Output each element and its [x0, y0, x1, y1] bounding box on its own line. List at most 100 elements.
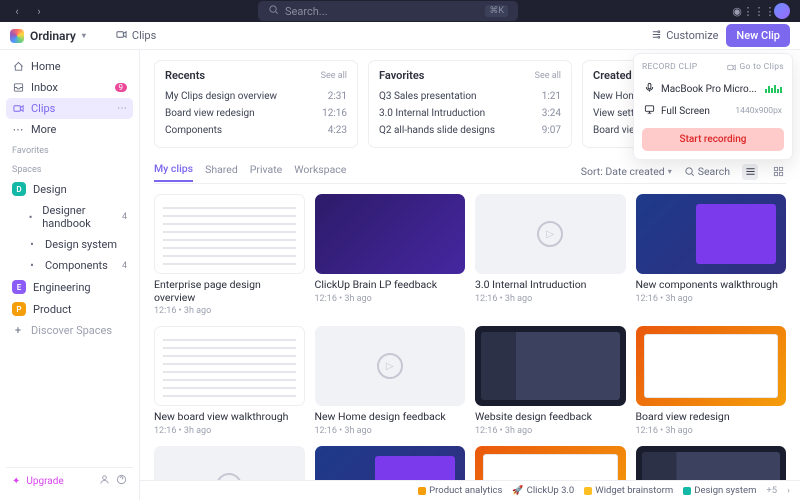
tab-private[interactable]: Private	[250, 163, 282, 181]
sidebar-item-space[interactable]: • Design system	[6, 234, 133, 255]
clip-meta: 12:16 • 3h ago	[475, 426, 626, 436]
sidebar-item-more[interactable]: ⋯More	[6, 119, 133, 140]
clip-thumbnail	[475, 326, 626, 406]
start-recording-button[interactable]: Start recording	[642, 128, 784, 151]
item-title: 3.0 Internal Intruduction	[379, 108, 485, 119]
dot-icon: •	[26, 211, 35, 223]
sparkle-icon: ✦	[12, 476, 20, 487]
space-icon: D	[12, 182, 26, 196]
new-clip-button[interactable]: New Clip	[726, 24, 790, 47]
sidebar-item-home[interactable]: Home	[6, 56, 133, 77]
sidebar-item-space[interactable]: PProduct	[6, 298, 133, 320]
clip-card[interactable]: ▷New Home design feedback12:16 • 3h ago	[315, 326, 466, 436]
panel-created: Created by me New Home dView settingBoar…	[582, 60, 786, 148]
plus-icon: +	[12, 325, 24, 337]
tab-clips[interactable]: Clips	[116, 29, 156, 43]
see-all-link[interactable]: See all	[535, 71, 561, 81]
clip-card[interactable]: ▷3.0 Internal Intruduction12:16 • 3h ago	[475, 194, 626, 316]
grid-view-button[interactable]	[770, 164, 786, 180]
clip-thumbnail: ▷	[475, 194, 626, 274]
panel-recents: RecentsSee all My Clips design overview2…	[154, 60, 358, 148]
avatar[interactable]	[774, 3, 790, 19]
play-icon: ▷	[377, 353, 403, 379]
search-icon	[268, 4, 279, 18]
status-item[interactable]: 🚀ClickUp 3.0	[512, 485, 574, 496]
clip-title: Board view redesign	[636, 411, 787, 424]
video-icon	[116, 29, 127, 43]
clip-card[interactable]: New components walkthrough 12:16 • 3h ago	[636, 194, 787, 316]
list-view-button[interactable]	[742, 164, 758, 180]
search-clips-button[interactable]: Search	[684, 165, 730, 178]
status-item[interactable]: Widget brainstorm	[584, 485, 673, 496]
clip-card[interactable]: Enterprise page design overview12:16 • 3…	[154, 194, 305, 316]
inbox-icon	[12, 82, 24, 94]
dot-icon: •	[26, 239, 38, 251]
status-more[interactable]: +5	[766, 485, 777, 496]
goto-clips-link[interactable]: Go to Clips	[727, 62, 784, 72]
sidebar: Home Inbox9 Clips⋯ ⋯More Favorites Space…	[0, 50, 140, 500]
clip-card[interactable]: New board view walkthrough12:16 • 3h ago	[154, 326, 305, 436]
search-input[interactable]: Search... ⌘K	[258, 1, 518, 21]
chevron-right-icon[interactable]: ›	[787, 485, 790, 496]
mic-option[interactable]: MacBook Pro Micro...	[642, 78, 784, 100]
tab-shared[interactable]: Shared	[205, 163, 238, 181]
clip-thumbnail	[154, 194, 305, 274]
list-item[interactable]: Components4:23	[165, 122, 347, 139]
sidebar-item-inbox[interactable]: Inbox9	[6, 77, 133, 98]
play-icon: ▷	[537, 221, 563, 247]
workspace-switcher[interactable]: Ordinary ▾	[10, 29, 86, 43]
customize-button[interactable]: Customize	[651, 29, 718, 43]
sidebar-item-label: Inbox	[31, 81, 58, 94]
item-title: Q2 all-hands slide designs	[379, 125, 495, 136]
clip-meta: 12:16 • 3h ago	[636, 294, 787, 304]
sort-dropdown[interactable]: Sort: Date created▾	[581, 165, 672, 178]
clip-card[interactable]: Board view redesign12:16 • 3h ago	[636, 326, 787, 436]
sidebar-item-label: Design system	[45, 238, 117, 251]
status-icon	[418, 487, 426, 495]
status-icon	[683, 487, 691, 495]
sidebar-item-space[interactable]: EEngineering	[6, 276, 133, 298]
sliders-icon	[651, 29, 662, 43]
dot-icon: •	[26, 260, 38, 272]
clip-title: New components walkthrough	[636, 279, 787, 292]
see-all-link[interactable]: See all	[321, 71, 347, 81]
list-item[interactable]: Q2 all-hands slide designs9:07	[379, 122, 561, 139]
item-title: Components	[165, 125, 222, 136]
option-label: Full Screen	[661, 106, 710, 117]
space-icon: P	[12, 302, 26, 316]
list-item[interactable]: 3.0 Internal Intruduction 3:24	[379, 105, 561, 122]
screen-option[interactable]: Full Screen1440x900px	[642, 100, 784, 122]
sidebar-item-space[interactable]: •Designer handbook4	[6, 200, 133, 234]
clip-title: New board view walkthrough	[154, 411, 305, 424]
status-item[interactable]: Product analytics	[418, 485, 502, 496]
status-item[interactable]: Design system	[683, 485, 756, 496]
more-icon[interactable]: ⋯	[117, 103, 127, 114]
forward-icon[interactable]: ›	[32, 4, 46, 18]
status-label: ClickUp 3.0	[527, 485, 575, 496]
upgrade-button[interactable]: Upgrade	[26, 476, 63, 487]
global-topbar: ‹ › Search... ⌘K ◉ ⋮⋮⋮	[0, 0, 800, 22]
help-icon[interactable]	[116, 474, 127, 488]
list-item[interactable]: Q3 Sales presentation1:21	[379, 88, 561, 105]
sidebar-item-label: Design	[33, 183, 67, 196]
sidebar-item-label: Components	[45, 259, 108, 272]
list-item[interactable]: Board view redesign12:16	[165, 105, 347, 122]
sidebar-item-space[interactable]: •Components4	[6, 255, 133, 276]
monitor-icon	[644, 104, 655, 118]
sidebar-item-clips[interactable]: Clips⋯	[6, 98, 133, 119]
clip-card[interactable]: Website design feedback12:16 • 3h ago	[475, 326, 626, 436]
customize-label: Customize	[666, 29, 718, 42]
status-icon	[584, 487, 592, 495]
item-duration: 3:24	[542, 108, 561, 119]
sidebar-item-space[interactable]: D Design	[6, 178, 133, 200]
status-label: Design system	[694, 485, 756, 496]
tab-workspace[interactable]: Workspace	[294, 163, 346, 181]
tab-my-clips[interactable]: My clips	[154, 162, 193, 182]
list-item[interactable]: My Clips design overview2:31	[165, 88, 347, 105]
back-icon[interactable]: ‹	[10, 4, 24, 18]
clip-card[interactable]: ClickUp Brain LP feedback12:16 • 3h ago	[315, 194, 466, 316]
discover-spaces-button[interactable]: +Discover Spaces	[6, 320, 133, 341]
apps-icon[interactable]: ⋮⋮⋮	[752, 4, 766, 18]
user-icon[interactable]	[99, 474, 110, 488]
record-clip-popover: RECORD CLIPGo to Clips MacBook Pro Micro…	[633, 53, 793, 160]
